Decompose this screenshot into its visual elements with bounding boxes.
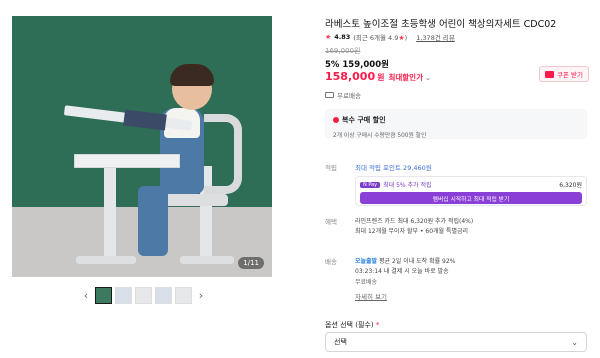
delivery-line: 오늘출발 평균 2일 이내 도착 확률 92% xyxy=(355,256,455,265)
image-chair-back xyxy=(204,114,242,194)
coupon-button-label: 쿠폰 받기 xyxy=(557,71,583,79)
delivery-free: 무료배송 xyxy=(355,279,378,286)
option-required: (필수) xyxy=(355,321,374,329)
image-desk-foot xyxy=(180,256,234,264)
delivery-probability: 평균 2일 이내 도착 확률 92% xyxy=(377,258,456,265)
image-book xyxy=(123,109,167,131)
product-title: 라베스토 높이조절 초등학생 어린이 책상의자세트 CDC02 xyxy=(325,19,557,30)
membership-button[interactable]: 멤버십 시작하고 최대 적립 받기 xyxy=(360,192,582,204)
truck-icon xyxy=(325,92,334,98)
review-count-link[interactable]: 1,378건 리뷰 xyxy=(416,32,455,42)
sale-price-value: 158,000 xyxy=(325,70,376,83)
thumbnail[interactable] xyxy=(175,286,192,304)
multi-purchase-subtitle: 2개 이상 구매시 수량만큼 500원 할인 xyxy=(333,133,427,139)
extra-points-text: 최대 5% 추가 적립 xyxy=(383,182,432,189)
rating-recent: (최근 6개월 4.9★) xyxy=(353,34,408,42)
product-main-image[interactable]: 1/11 xyxy=(12,16,272,277)
benefit-label: 혜택 xyxy=(325,218,337,226)
points-label: 적립 xyxy=(325,164,337,172)
shipping-summary: 무료배송 xyxy=(325,90,361,100)
shipping-summary-text: 무료배송 xyxy=(337,92,361,100)
image-desk-leg xyxy=(104,166,116,261)
star-icon: ★ xyxy=(325,33,332,41)
required-mark: * xyxy=(375,321,380,329)
today-ship-tag: 오늘출발 xyxy=(355,258,378,265)
installment-line: 최대 12개월 무이자 할부 • 60개월 특별금리 xyxy=(355,228,469,235)
thumbnail-strip: ‹ › xyxy=(80,286,207,304)
extra-points-amount: 6,320원 xyxy=(559,182,582,189)
thumbnail[interactable] xyxy=(95,286,112,304)
sale-price-unit: 원 xyxy=(377,73,385,82)
discount-price: 5% 159,000원 xyxy=(325,60,389,70)
rating-score: 4.83 xyxy=(334,33,351,41)
rating-row: ★ 4.83 (최근 6개월 4.9★) 1,378건 리뷰 xyxy=(325,32,455,42)
chevron-down-icon: ⌄ xyxy=(571,337,578,347)
card-benefit-line: 라인프렌즈 카드 최대 6,320원 추가 적립(4%) xyxy=(355,218,474,225)
delivery-label: 배송 xyxy=(325,258,337,266)
max-points[interactable]: 최대 적립 포인트 29,460원 xyxy=(355,162,432,172)
max-discount-label[interactable]: 최대할인가 xyxy=(388,72,423,83)
delivery-more-link[interactable]: 자세히 보기 xyxy=(355,291,387,301)
discount-icon xyxy=(333,117,339,123)
image-child-leg xyxy=(138,186,168,256)
multi-purchase-title: 복수 구매 할인 xyxy=(342,116,386,124)
delivery-countdown: 03:23:14 내 결제 시 오늘 바로 발송 xyxy=(355,268,449,275)
multi-purchase-banner: 복수 구매 할인 2개 이상 구매시 수량만큼 500원 할인 xyxy=(325,109,587,139)
points-box: N Pay 최대 5% 추가 적립 6,320원 멤버십 시작하고 최대 적립 … xyxy=(355,176,587,206)
original-price: 169,000원 xyxy=(325,47,361,55)
chevron-left-icon[interactable]: ‹ xyxy=(80,289,92,302)
thumbnail[interactable] xyxy=(135,286,152,304)
image-child-hair xyxy=(170,64,214,86)
chevron-right-icon[interactable]: › xyxy=(195,289,207,302)
image-counter: 1/11 xyxy=(238,257,264,269)
coupon-button[interactable]: 쿠폰 받기 xyxy=(539,66,589,82)
option-label: 옵션 선택 (필수) * xyxy=(325,320,379,330)
thumbnail[interactable] xyxy=(115,286,132,304)
thumbnail[interactable] xyxy=(155,286,172,304)
option-select[interactable]: 선택 ⌄ xyxy=(325,332,587,352)
chevron-down-icon[interactable]: ⌄ xyxy=(425,74,431,82)
npay-badge: N Pay xyxy=(360,181,381,188)
coupon-icon xyxy=(545,70,554,78)
image-desk-body xyxy=(74,154,180,168)
sale-price: 158,000 원 최대할인가 ⌄ xyxy=(325,70,431,83)
option-label-text: 옵션 선택 xyxy=(325,321,353,329)
option-select-value: 선택 xyxy=(334,338,347,346)
image-desk-foot xyxy=(76,256,136,264)
